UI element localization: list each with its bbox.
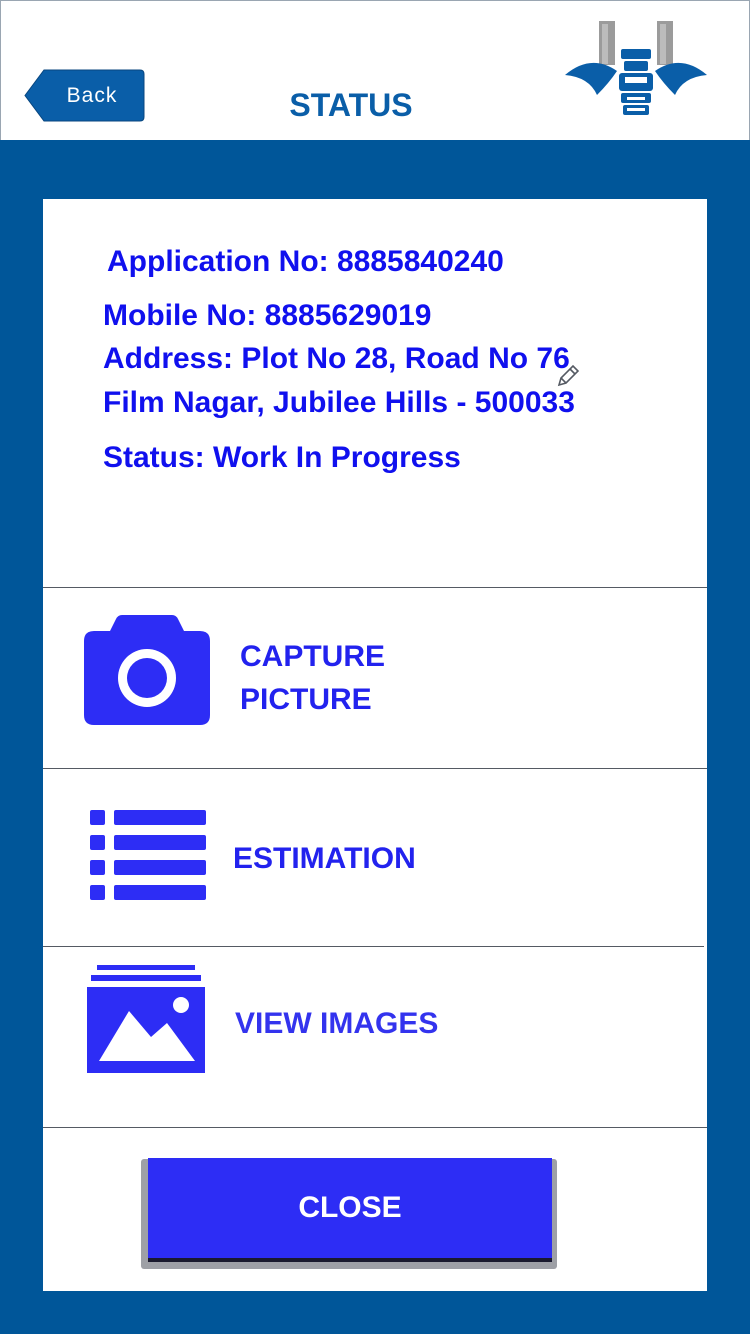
image-gallery-icon xyxy=(87,965,205,1073)
capture-label-line2: PICTURE xyxy=(240,683,372,716)
camera-icon xyxy=(84,615,210,725)
status-card: Application No: 8885840240 Mobile No: 88… xyxy=(43,199,707,1291)
application-details: Application No: 8885840240 Mobile No: 88… xyxy=(43,199,707,587)
app-header: Back STATUS xyxy=(0,0,750,140)
estimation-row[interactable]: ESTIMATION xyxy=(43,769,707,946)
close-button[interactable]: CLOSE xyxy=(148,1158,552,1258)
view-images-row[interactable]: VIEW IMAGES xyxy=(43,947,707,1127)
divider xyxy=(43,1127,707,1128)
capture-picture-row[interactable]: CAPTURE PICTURE xyxy=(43,588,707,768)
address-line-2: Film Nagar, Jubilee Hills - 500033 xyxy=(103,386,575,419)
application-number: Application No: 8885840240 xyxy=(107,245,504,278)
status-text: Status: Work In Progress xyxy=(103,441,461,474)
list-icon xyxy=(90,810,206,900)
close-button-container: CLOSE xyxy=(141,1156,557,1269)
water-utility-logo-icon xyxy=(565,21,707,115)
pencil-edit-icon[interactable] xyxy=(555,363,581,389)
back-button-label: Back xyxy=(66,84,118,107)
address-line-1: Address: Plot No 28, Road No 76 xyxy=(103,342,570,375)
back-button[interactable]: Back xyxy=(24,69,145,122)
page-title: STATUS xyxy=(289,87,413,123)
capture-label-line1: CAPTURE xyxy=(240,640,386,673)
estimation-label: ESTIMATION xyxy=(233,842,416,875)
mobile-number: Mobile No: 8885629019 xyxy=(103,299,432,332)
view-images-label: VIEW IMAGES xyxy=(235,1007,439,1040)
